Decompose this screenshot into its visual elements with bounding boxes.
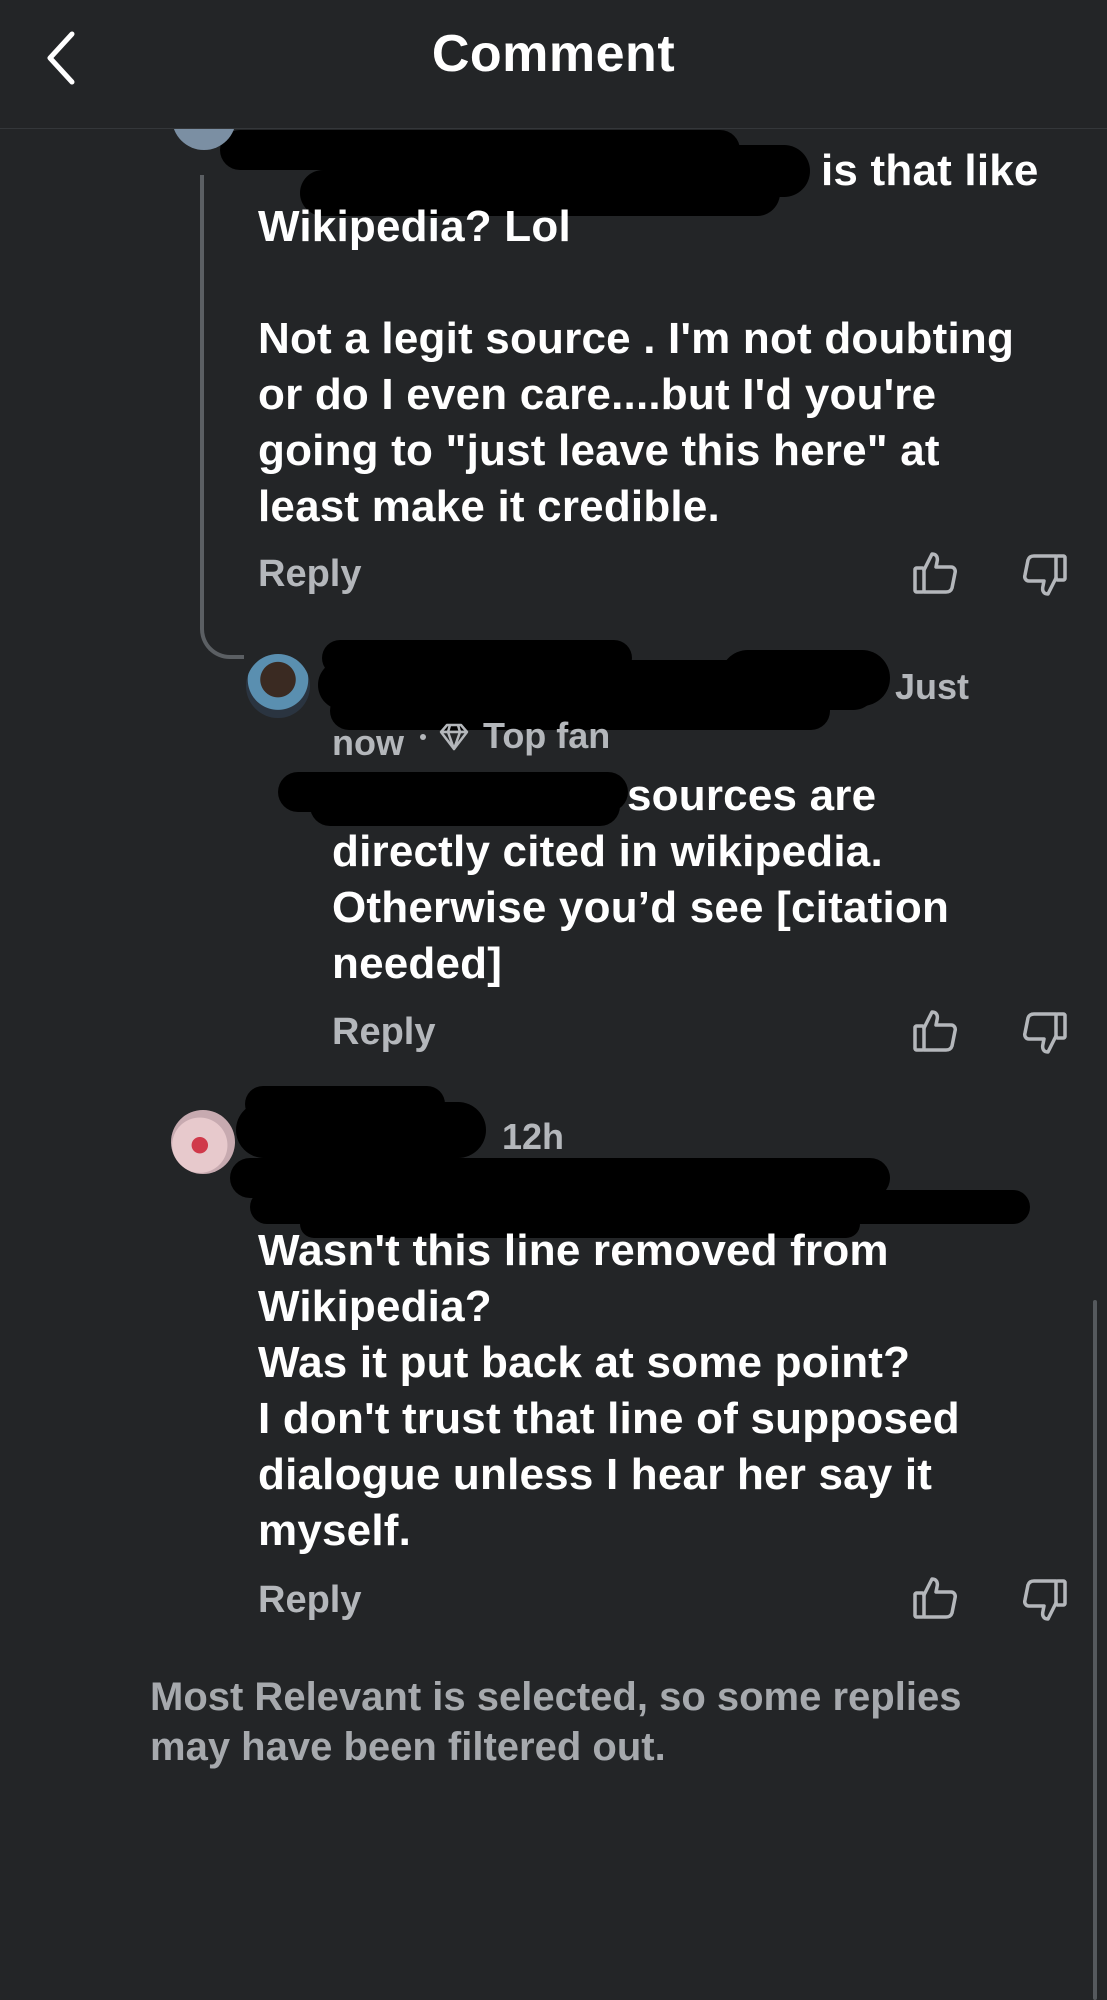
avatar[interactable] <box>171 1110 235 1174</box>
top-fan-badge: Top fan <box>483 715 611 756</box>
thumbs-down-icon <box>1023 1012 1067 1054</box>
reply-button[interactable]: Reply <box>258 553 361 596</box>
thumbs-up-icon <box>913 1010 957 1052</box>
thumbs-down-icon <box>1023 1579 1067 1621</box>
thumbs-up-icon <box>913 1577 957 1619</box>
page-title: Comment <box>431 25 676 83</box>
dislike-button[interactable] <box>1020 550 1070 600</box>
like-button[interactable] <box>910 1573 960 1623</box>
avatar[interactable] <box>246 654 310 718</box>
thread-connector <box>200 175 244 659</box>
like-button[interactable] <box>910 1006 960 1056</box>
timestamp: Just now <box>332 666 970 763</box>
dislike-button[interactable] <box>1020 1008 1070 1058</box>
timestamp: 12h <box>502 1116 565 1157</box>
scrollbar[interactable] <box>1093 1300 1097 2000</box>
like-button[interactable] <box>910 548 960 598</box>
filter-notice: Most Relevant is selected, so some repli… <box>150 1675 962 1769</box>
thumbs-up-icon <box>913 552 957 594</box>
comment-body: sources are directly cited in wikipedia.… <box>332 771 950 988</box>
reply-button[interactable]: Reply <box>258 1579 361 1622</box>
reply-button[interactable]: Reply <box>332 1011 435 1054</box>
comment-body: is that like Wikipedia? Lol Not a legit … <box>258 146 1039 531</box>
thumbs-down-icon <box>1023 554 1067 596</box>
top-bar: Comment <box>0 0 1107 129</box>
diamond-icon <box>439 723 469 751</box>
comment-body: Wasn't this line removed from Wikipedia?… <box>258 1226 960 1555</box>
dot-separator <box>420 734 426 740</box>
dislike-button[interactable] <box>1020 1575 1070 1625</box>
